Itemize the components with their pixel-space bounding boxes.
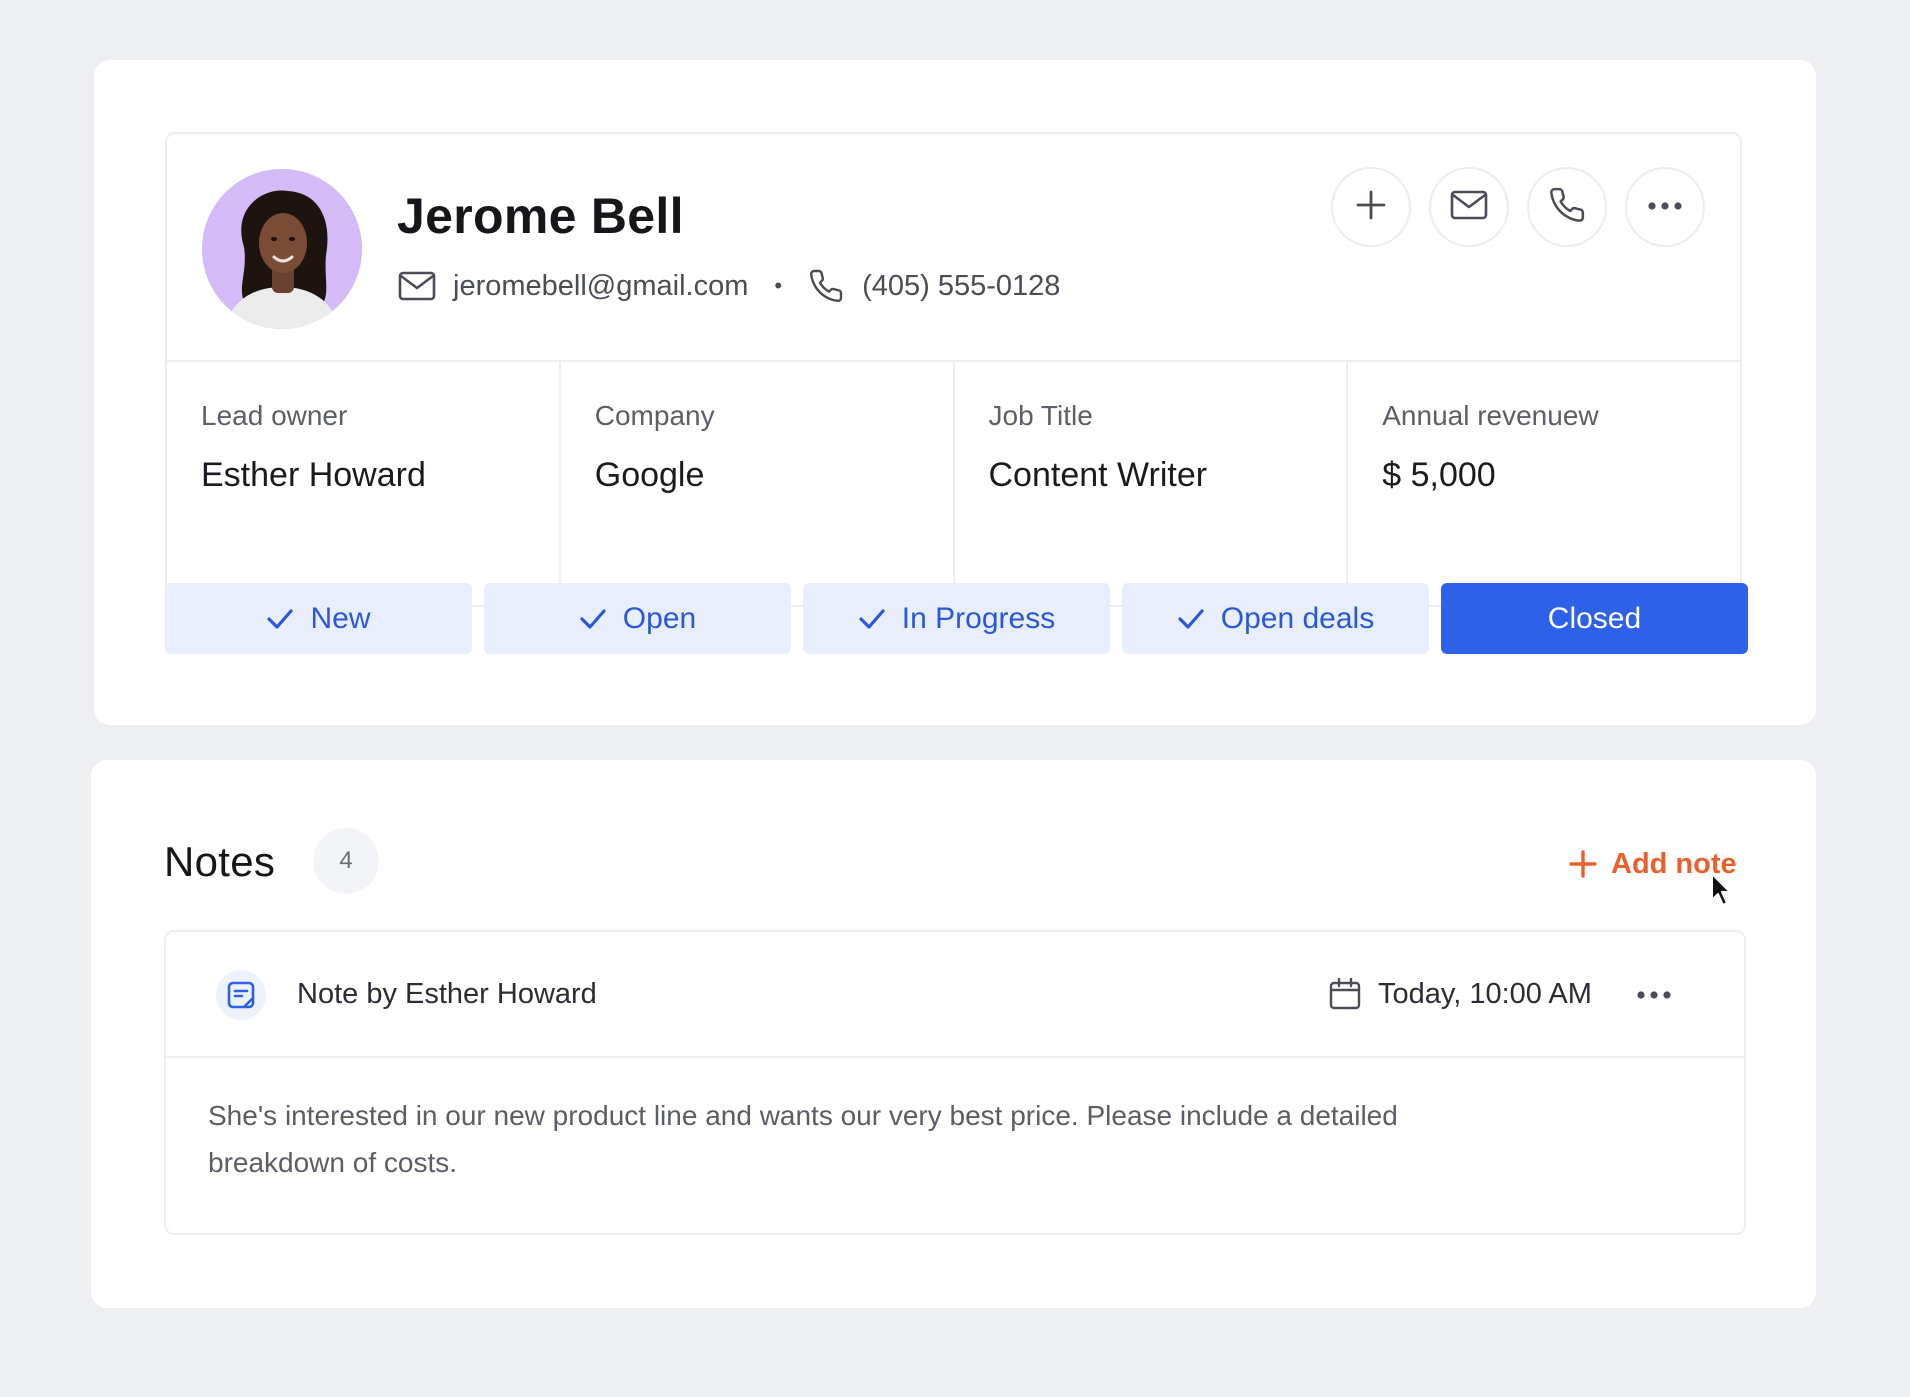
note-header: Note by Esther Howard Today, 10:00 AM — [166, 932, 1744, 1058]
separator-dot: • — [774, 273, 783, 298]
avatar[interactable] — [202, 169, 362, 329]
contact-name: Jerome Bell — [397, 188, 684, 244]
stat-label: Lead owner — [201, 400, 348, 431]
mouse-cursor-icon — [1711, 873, 1731, 906]
stat-value: Google — [594, 456, 705, 494]
status-closed[interactable]: Closed — [1441, 583, 1748, 654]
note-more-button[interactable] — [1629, 976, 1679, 1016]
note-date: Today, 10:00 AM — [1328, 974, 1592, 1014]
note-card: Note by Esther Howard Today, 10:00 AM Sh… — [164, 930, 1746, 1235]
stat-label: Annual revenuew — [1382, 400, 1599, 431]
check-icon — [266, 608, 294, 630]
email-button[interactable] — [1429, 167, 1509, 247]
note-body: She's interested in our new product line… — [208, 1100, 1398, 1178]
status-label: New — [310, 601, 371, 635]
status-open-deals[interactable]: Open deals — [1122, 583, 1429, 654]
stat-lead-owner: Lead owner Esther Howard — [167, 362, 561, 605]
status-label: In Progress — [901, 601, 1056, 635]
notes-title: Notes — [164, 838, 276, 885]
contact-card: Jerome Bell jeromebell@gmail.com • (405)… — [165, 132, 1742, 607]
phone-icon — [806, 266, 846, 306]
contact-email[interactable]: jeromebell@gmail.com — [453, 270, 748, 303]
contact-stats: Lead owner Esther Howard Company Google … — [167, 362, 1740, 605]
check-icon — [579, 608, 607, 630]
status-label: Open — [622, 601, 697, 635]
calendar-icon — [1328, 977, 1362, 1011]
stat-annual-revenue: Annual revenuew $ 5,000 — [1348, 362, 1740, 605]
status-new[interactable]: New — [165, 583, 472, 654]
stat-label: Job Title — [988, 400, 1093, 431]
check-icon — [858, 608, 886, 630]
more-horizontal-icon — [1647, 198, 1683, 216]
notes-panel: Notes 4 Add note Note by Esther Howard T… — [91, 760, 1816, 1308]
check-icon — [1177, 608, 1205, 630]
pipeline-status-bar: New Open In Progress Open deals Closed — [165, 583, 1748, 654]
plus-icon — [1355, 189, 1387, 226]
add-button[interactable] — [1331, 167, 1411, 247]
status-label: Open deals — [1220, 601, 1375, 635]
stat-label: Company — [594, 400, 715, 431]
stat-company: Company Google — [561, 362, 955, 605]
mail-icon — [1450, 190, 1488, 225]
call-button[interactable] — [1527, 167, 1607, 247]
stat-value: Esther Howard — [201, 456, 426, 494]
status-label: Closed — [1547, 601, 1642, 635]
stat-value: Content Writer — [988, 456, 1208, 494]
status-in-progress[interactable]: In Progress — [803, 583, 1110, 654]
contact-header: Jerome Bell jeromebell@gmail.com • (405)… — [167, 134, 1740, 362]
note-author: Note by Esther Howard — [297, 978, 597, 1010]
avatar-portrait-icon — [202, 169, 362, 329]
more-horizontal-icon — [1636, 987, 1672, 1005]
contact-details: jeromebell@gmail.com • (405) 555-0128 — [397, 266, 1060, 306]
note-icon — [216, 970, 266, 1020]
note-date-text: Today, 10:00 AM — [1378, 977, 1592, 1010]
contact-phone[interactable]: (405) 555-0128 — [862, 270, 1060, 303]
plus-icon — [1569, 850, 1597, 878]
mail-icon — [397, 266, 437, 306]
notes-count-badge: 4 — [313, 828, 379, 894]
stat-job-title: Job Title Content Writer — [955, 362, 1349, 605]
contact-panel: Jerome Bell jeromebell@gmail.com • (405)… — [94, 60, 1816, 725]
status-open[interactable]: Open — [484, 583, 791, 654]
stat-value: $ 5,000 — [1382, 456, 1496, 494]
more-options-button[interactable] — [1625, 167, 1705, 247]
phone-icon — [1548, 186, 1586, 229]
